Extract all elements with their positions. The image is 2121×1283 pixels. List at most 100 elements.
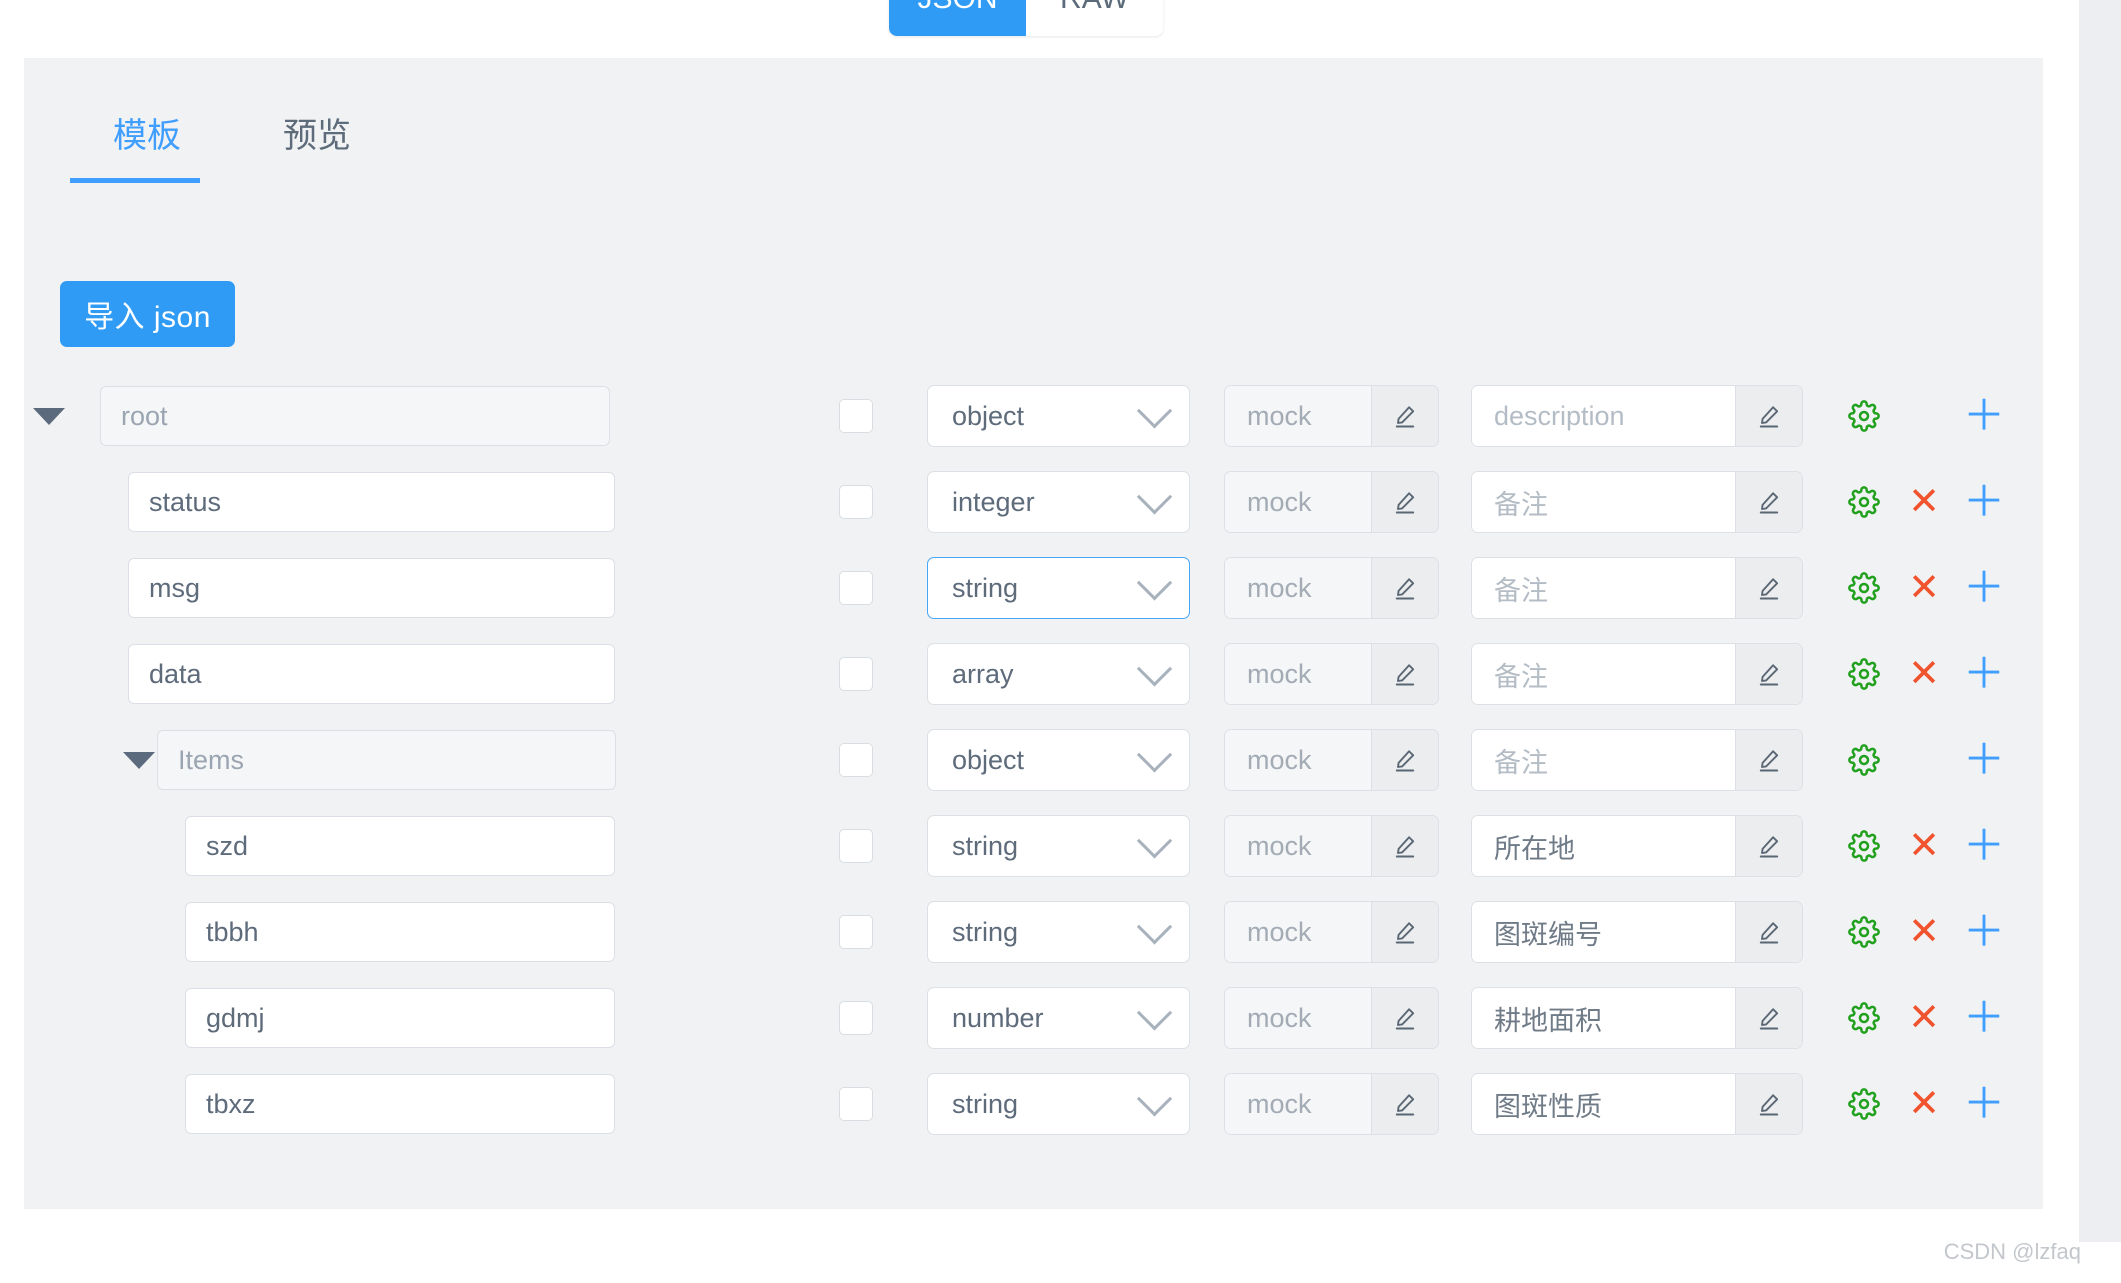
required-checkbox[interactable]	[839, 1001, 873, 1035]
description-edit-pencil-icon[interactable]	[1735, 902, 1802, 962]
mock-input[interactable]: mock	[1225, 1074, 1371, 1134]
field-name-input[interactable]: szd	[185, 816, 615, 876]
required-checkbox[interactable]	[839, 743, 873, 777]
description-input[interactable]: 备注	[1472, 730, 1735, 790]
gear-icon[interactable]	[1834, 1074, 1894, 1134]
gear-icon[interactable]	[1834, 644, 1894, 704]
description-edit-pencil-icon[interactable]	[1735, 1074, 1802, 1134]
mock-edit-pencil-icon[interactable]	[1371, 816, 1438, 876]
mock-edit-pencil-icon[interactable]	[1371, 386, 1438, 446]
toggle-raw-button[interactable]: RAW	[1026, 0, 1163, 36]
mock-input[interactable]: mock	[1225, 558, 1371, 618]
description-edit-pencil-icon[interactable]	[1735, 386, 1802, 446]
description-field-group: 备注	[1471, 471, 1803, 533]
gear-icon[interactable]	[1834, 988, 1894, 1048]
mock-edit-pencil-icon[interactable]	[1371, 988, 1438, 1048]
description-edit-pencil-icon[interactable]	[1735, 816, 1802, 876]
type-select[interactable]: integer	[927, 471, 1190, 533]
gear-icon[interactable]	[1834, 386, 1894, 446]
required-checkbox[interactable]	[839, 399, 873, 433]
mock-input[interactable]: mock	[1225, 816, 1371, 876]
close-icon[interactable]: ✕	[1894, 558, 1954, 618]
gear-icon[interactable]	[1834, 902, 1894, 962]
description-edit-pencil-icon[interactable]	[1735, 558, 1802, 618]
field-name-input[interactable]: root	[100, 386, 610, 446]
close-icon[interactable]: ✕	[1894, 472, 1954, 532]
required-checkbox[interactable]	[839, 915, 873, 949]
required-checkbox[interactable]	[839, 1087, 873, 1121]
mock-edit-pencil-icon[interactable]	[1371, 902, 1438, 962]
gear-icon[interactable]	[1834, 472, 1894, 532]
description-edit-pencil-icon[interactable]	[1735, 988, 1802, 1048]
close-icon[interactable]: ✕	[1894, 816, 1954, 876]
mock-edit-pencil-icon[interactable]	[1371, 730, 1438, 790]
mock-input[interactable]: mock	[1225, 644, 1371, 704]
gear-icon[interactable]	[1834, 816, 1894, 876]
mock-edit-pencil-icon[interactable]	[1371, 558, 1438, 618]
mock-edit-pencil-icon[interactable]	[1371, 644, 1438, 704]
description-input[interactable]: 耕地面积	[1472, 988, 1735, 1048]
mock-input[interactable]: mock	[1225, 386, 1371, 446]
type-select[interactable]: string	[927, 557, 1190, 619]
field-name-input[interactable]: Items	[157, 730, 616, 790]
type-select[interactable]: object	[927, 385, 1190, 447]
chevron-down-icon	[1136, 650, 1173, 687]
toggle-json-button[interactable]: JSON	[889, 0, 1026, 36]
type-select[interactable]: string	[927, 1073, 1190, 1135]
close-icon[interactable]: ✕	[1894, 988, 1954, 1048]
required-checkbox[interactable]	[839, 829, 873, 863]
field-name-input[interactable]: msg	[128, 558, 615, 618]
type-select[interactable]: object	[927, 729, 1190, 791]
required-checkbox[interactable]	[839, 657, 873, 691]
required-checkbox[interactable]	[839, 485, 873, 519]
expand-caret-icon[interactable]	[26, 407, 72, 425]
description-input[interactable]: 图斑编号	[1472, 902, 1735, 962]
gear-icon[interactable]	[1834, 730, 1894, 790]
expand-caret-icon[interactable]	[116, 751, 162, 769]
import-json-button[interactable]: 导入 json	[60, 281, 235, 347]
field-name-input[interactable]: tbxz	[185, 1074, 615, 1134]
mock-input[interactable]: mock	[1225, 902, 1371, 962]
plus-icon[interactable]: ＋	[1954, 902, 2014, 962]
format-toggle[interactable]: JSON RAW	[889, 0, 1163, 36]
plus-icon[interactable]: ＋	[1954, 988, 2014, 1048]
plus-icon[interactable]: ＋	[1954, 730, 2014, 790]
tab-template[interactable]: 模板	[62, 108, 232, 183]
description-input[interactable]: 备注	[1472, 472, 1735, 532]
mock-edit-pencil-icon[interactable]	[1371, 1074, 1438, 1134]
mock-input[interactable]: mock	[1225, 988, 1371, 1048]
field-name-input[interactable]: tbbh	[185, 902, 615, 962]
table-row: msg string mock 备注 ✕ ＋	[24, 545, 2043, 631]
description-input[interactable]: 所在地	[1472, 816, 1735, 876]
required-checkbox[interactable]	[839, 571, 873, 605]
mock-edit-pencil-icon[interactable]	[1371, 472, 1438, 532]
description-input[interactable]: 备注	[1472, 558, 1735, 618]
close-icon[interactable]: ✕	[1894, 1074, 1954, 1134]
plus-icon[interactable]: ＋	[1954, 386, 2014, 446]
tab-preview[interactable]: 预览	[232, 108, 402, 183]
type-select[interactable]: number	[927, 987, 1190, 1049]
description-input[interactable]: description	[1472, 386, 1735, 446]
plus-icon[interactable]: ＋	[1954, 472, 2014, 532]
plus-icon[interactable]: ＋	[1954, 816, 2014, 876]
description-edit-pencil-icon[interactable]	[1735, 730, 1802, 790]
type-select[interactable]: string	[927, 815, 1190, 877]
type-select[interactable]: array	[927, 643, 1190, 705]
mock-input[interactable]: mock	[1225, 730, 1371, 790]
gear-icon[interactable]	[1834, 558, 1894, 618]
field-name-input[interactable]: status	[128, 472, 615, 532]
description-input[interactable]: 图斑性质	[1472, 1074, 1735, 1134]
close-icon[interactable]: ✕	[1894, 644, 1954, 704]
description-input[interactable]: 备注	[1472, 644, 1735, 704]
description-edit-pencil-icon[interactable]	[1735, 644, 1802, 704]
plus-icon[interactable]: ＋	[1954, 1074, 2014, 1134]
close-icon[interactable]: ✕	[1894, 902, 1954, 962]
chevron-down-icon	[1136, 1080, 1173, 1117]
field-name-input[interactable]: data	[128, 644, 615, 704]
plus-icon[interactable]: ＋	[1954, 558, 2014, 618]
plus-icon[interactable]: ＋	[1954, 644, 2014, 704]
field-name-input[interactable]: gdmj	[185, 988, 615, 1048]
mock-input[interactable]: mock	[1225, 472, 1371, 532]
type-select[interactable]: string	[927, 901, 1190, 963]
description-edit-pencil-icon[interactable]	[1735, 472, 1802, 532]
